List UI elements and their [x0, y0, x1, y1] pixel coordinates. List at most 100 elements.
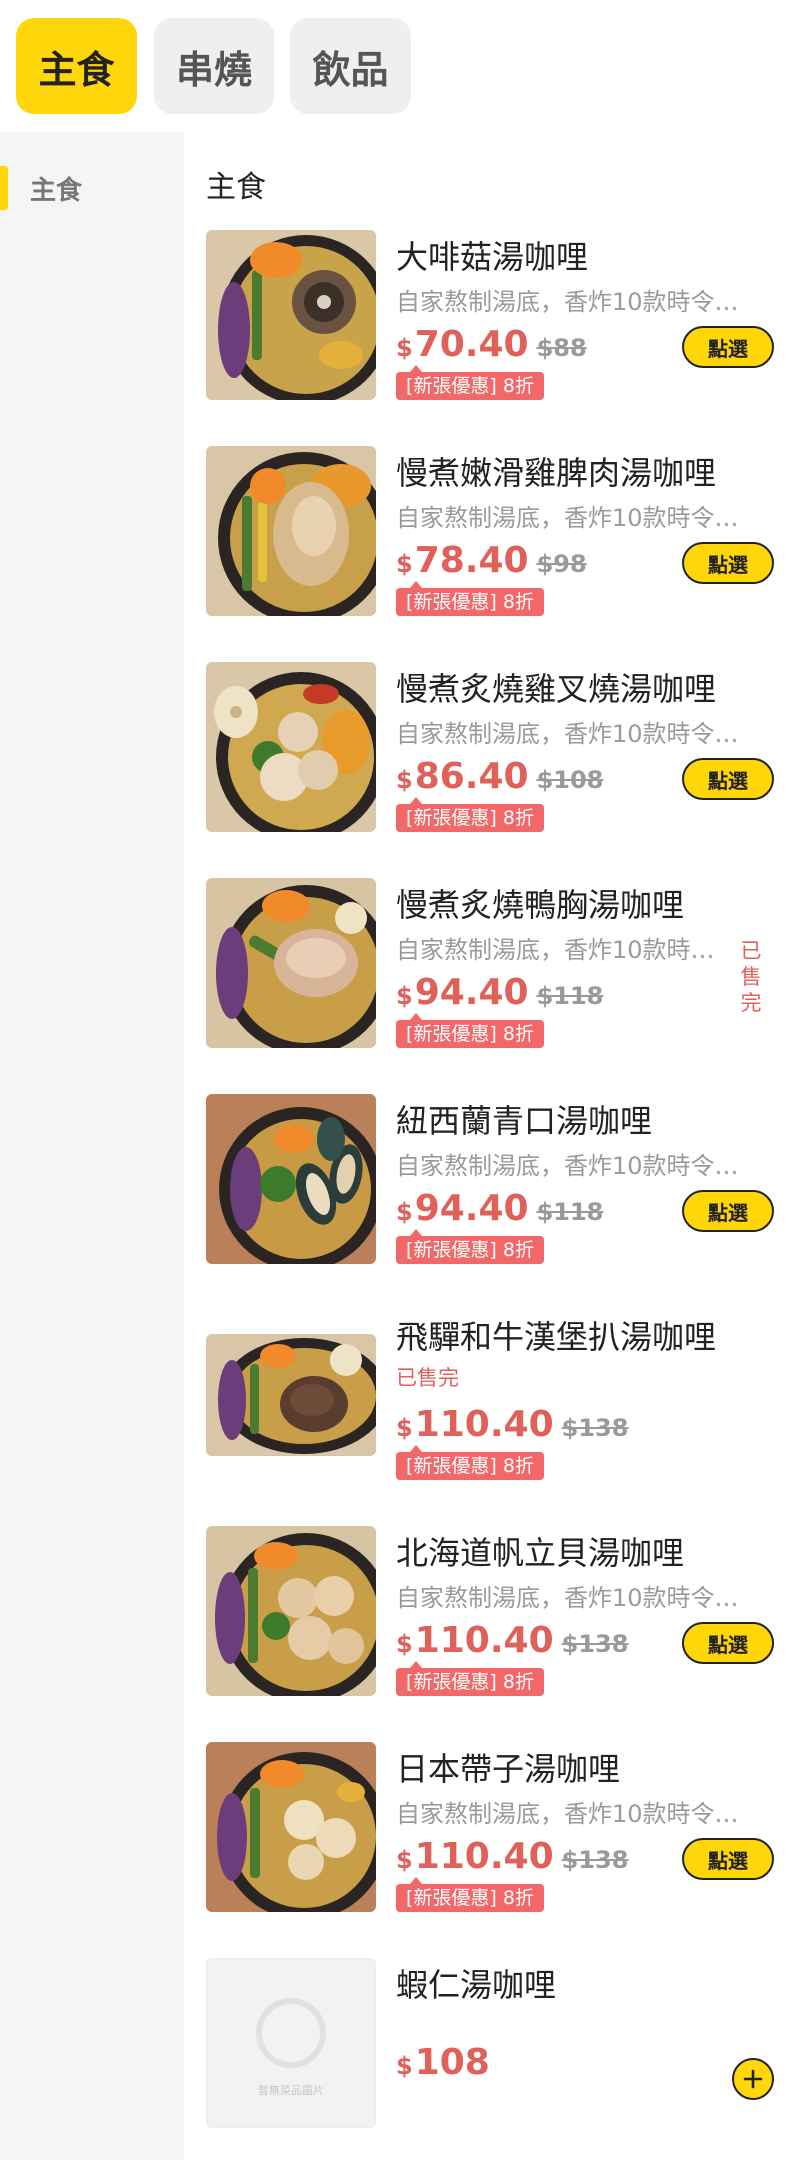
dish-description: 自家熬制湯底，香炸10款時令蔬菜 — [396, 720, 756, 748]
price-row: $78.40 $98 — [396, 540, 587, 588]
select-button[interactable]: 點選 — [682, 326, 774, 368]
price-row: $110.40 $138 — [396, 1404, 628, 1452]
tab-drinks[interactable]: 飲品 — [290, 18, 411, 114]
dish-name: 北海道帆立貝湯咖哩 — [396, 1534, 685, 1572]
tab-skewers[interactable]: 串燒 — [154, 18, 274, 114]
menu-item[interactable]: 暫無菜品圖片 蝦仁湯咖哩 $108 — [206, 1958, 776, 2158]
section-title: 主食 — [206, 170, 266, 205]
current-price: $78.40 — [396, 540, 529, 581]
select-button[interactable]: 點選 — [682, 1838, 774, 1880]
price-row: $108 — [396, 2042, 490, 2090]
menu-item[interactable]: 北海道帆立貝湯咖哩 自家熬制湯底，香炸10款時令蔬菜 $110.40 $138 [… — [206, 1526, 776, 1726]
dish-name: 飛驒和牛漢堡扒湯咖哩 — [396, 1318, 717, 1356]
sold-out-label: 已售完 — [740, 939, 762, 1015]
menu-item[interactable]: 慢煮炙燒鴨胸湯咖哩 自家熬制湯底，香炸10款時令蔬菜 $94.40 $118 [新… — [206, 878, 776, 1078]
dish-description: 自家熬制湯底，香炸10款時令蔬菜 — [396, 288, 756, 316]
category-tabs: 主食 串燒 飲品 — [0, 0, 796, 132]
menu-item[interactable]: 慢煮嫩滑雞脾肉湯咖哩 自家熬制湯底，香炸10款時令蔬菜 $78.40 $98 [新… — [206, 446, 776, 646]
select-button[interactable]: 點選 — [682, 758, 774, 800]
currency-symbol: $ — [396, 550, 413, 578]
promo-badge: [新張優惠] 8折 — [396, 1661, 544, 1696]
price-value: 110.40 — [414, 1404, 554, 1445]
price-value: 94.40 — [414, 972, 529, 1013]
promo-badge: [新張優惠] 8折 — [396, 1013, 544, 1048]
plus-icon — [743, 2069, 763, 2089]
currency-symbol: $ — [396, 334, 413, 362]
dish-description: 自家熬制湯底，香炸10款時令蔬菜 — [396, 936, 726, 964]
original-price: $138 — [561, 1846, 629, 1874]
dish-image — [206, 446, 376, 616]
price-row: $94.40 $118 — [396, 972, 603, 1020]
currency-symbol: $ — [396, 2052, 413, 2080]
current-price: $110.40 — [396, 1404, 554, 1445]
dish-image — [206, 878, 376, 1048]
dish-name: 紐西蘭青口湯咖哩 — [396, 1102, 653, 1140]
dish-name: 日本帶子湯咖哩 — [396, 1750, 621, 1788]
current-price: $86.40 — [396, 756, 529, 797]
menu-list[interactable]: 主食 大啡菇湯咖哩 自家熬制湯底，香炸10款時令蔬菜 $70.40 $88 [新張… — [184, 132, 796, 2160]
sidebar-item-main-course[interactable]: 主食 — [0, 162, 184, 218]
add-button[interactable] — [732, 2058, 774, 2100]
current-price: $70.40 — [396, 324, 529, 365]
select-button[interactable]: 點選 — [682, 1622, 774, 1664]
dish-name: 慢煮炙燒鴨胸湯咖哩 — [396, 886, 685, 924]
current-price: $108 — [396, 2042, 490, 2083]
menu-item[interactable]: 慢煮炙燒雞叉燒湯咖哩 自家熬制湯底，香炸10款時令蔬菜 $86.40 $108 [… — [206, 662, 776, 862]
dish-description: 自家熬制湯底，香炸10款時令蔬菜 — [396, 1152, 756, 1180]
original-price: $138 — [561, 1630, 629, 1658]
current-price: $94.40 — [396, 1188, 529, 1229]
dish-image — [206, 1742, 376, 1912]
promo-badge: [新張優惠] 8折 — [396, 1229, 544, 1264]
dish-image — [206, 1526, 376, 1696]
dish-name: 大啡菇湯咖哩 — [396, 238, 589, 276]
current-price: $110.40 — [396, 1620, 554, 1661]
select-button[interactable]: 點選 — [682, 1190, 774, 1232]
price-value: 108 — [414, 2042, 490, 2083]
original-price: $108 — [536, 766, 604, 794]
menu-item[interactable]: 紐西蘭青口湯咖哩 自家熬制湯底，香炸10款時令蔬菜 $94.40 $118 [新張… — [206, 1094, 776, 1294]
currency-symbol: $ — [396, 1630, 413, 1658]
dish-image — [206, 1094, 376, 1264]
dish-name: 蝦仁湯咖哩 — [396, 1966, 557, 2004]
currency-symbol: $ — [396, 1414, 413, 1442]
dish-description: 自家熬制湯底，香炸10款時令蔬菜 — [396, 504, 756, 532]
menu-item[interactable]: 大啡菇湯咖哩 自家熬制湯底，香炸10款時令蔬菜 $70.40 $88 [新張優惠]… — [206, 230, 776, 430]
dish-image — [206, 662, 376, 832]
promo-badge: [新張優惠] 8折 — [396, 797, 544, 832]
price-row: $70.40 $88 — [396, 324, 587, 372]
original-price: $118 — [536, 1198, 604, 1226]
price-value: 86.40 — [414, 756, 529, 797]
dish-image-placeholder: 暫無菜品圖片 — [206, 1958, 376, 2128]
current-price: $94.40 — [396, 972, 529, 1013]
original-price: $88 — [536, 334, 587, 362]
dish-description: 自家熬制湯底，香炸10款時令蔬菜 — [396, 1800, 756, 1828]
currency-symbol: $ — [396, 982, 413, 1010]
original-price: $138 — [561, 1414, 629, 1442]
price-value: 94.40 — [414, 1188, 529, 1229]
placeholder-text: 暫無菜品圖片 — [258, 2084, 324, 2097]
chef-icon — [256, 1998, 326, 2068]
dish-description: 自家熬制湯底，香炸10款時令蔬菜 — [396, 1584, 756, 1612]
price-value: 70.40 — [414, 324, 529, 365]
active-indicator — [0, 166, 8, 210]
current-price: $110.40 — [396, 1836, 554, 1877]
promo-badge: [新張優惠] 8折 — [396, 365, 544, 400]
menu-item[interactable]: 飛驒和牛漢堡扒湯咖哩 已售完 $110.40 $138 [新張優惠] 8折 — [206, 1310, 776, 1510]
promo-badge: [新張優惠] 8折 — [396, 1877, 544, 1912]
dish-image — [206, 230, 376, 400]
original-price: $98 — [536, 550, 587, 578]
price-row: $86.40 $108 — [396, 756, 603, 804]
price-value: 110.40 — [414, 1836, 554, 1877]
menu-item[interactable]: 日本帶子湯咖哩 自家熬制湯底，香炸10款時令蔬菜 $110.40 $138 [新張… — [206, 1742, 776, 1942]
tab-main-course[interactable]: 主食 — [16, 18, 137, 114]
sidebar: 主食 — [0, 132, 184, 2160]
price-row: $110.40 $138 — [396, 1836, 628, 1884]
sidebar-item-label: 主食 — [30, 176, 83, 206]
price-row: $94.40 $118 — [396, 1188, 603, 1236]
sold-out-label: 已售完 — [396, 1366, 459, 1390]
currency-symbol: $ — [396, 766, 413, 794]
currency-symbol: $ — [396, 1846, 413, 1874]
select-button[interactable]: 點選 — [682, 542, 774, 584]
dish-name: 慢煮炙燒雞叉燒湯咖哩 — [396, 670, 717, 708]
currency-symbol: $ — [396, 1198, 413, 1226]
